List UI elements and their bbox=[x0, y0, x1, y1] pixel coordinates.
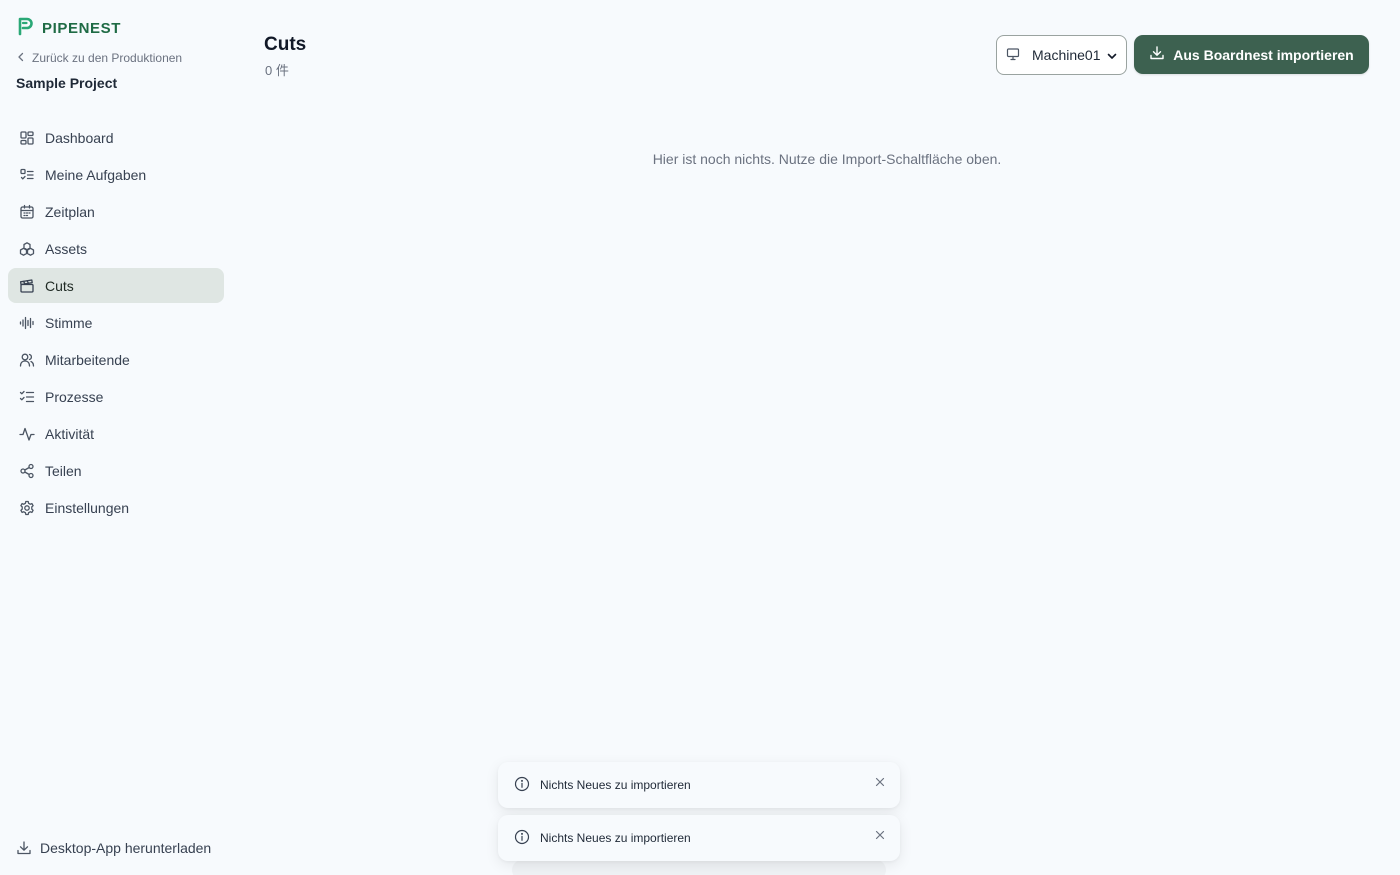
sidebar-item-label: Aktivität bbox=[45, 425, 95, 442]
activity-icon bbox=[19, 426, 35, 442]
brand-logo[interactable]: PIPENEST bbox=[16, 16, 121, 41]
download-icon bbox=[16, 840, 32, 856]
sidebar-item-collaborators[interactable]: Mitarbeitende bbox=[8, 342, 224, 377]
sidebar-item-voice[interactable]: Stimme bbox=[8, 305, 224, 340]
import-from-boardnest-button[interactable]: Aus Boardnest importieren bbox=[1134, 35, 1369, 74]
item-count: 0 件 bbox=[265, 63, 289, 78]
checklist-icon bbox=[19, 389, 35, 405]
page-title: Cuts bbox=[264, 34, 307, 55]
sidebar-item-schedule[interactable]: Zeitplan bbox=[8, 194, 224, 229]
info-icon bbox=[514, 829, 530, 848]
machine-select[interactable]: Machine01 bbox=[996, 35, 1127, 75]
close-icon[interactable] bbox=[874, 776, 886, 791]
gear-icon bbox=[19, 500, 35, 516]
sidebar-item-dashboard[interactable]: Dashboard bbox=[8, 120, 224, 155]
sidebar-item-label: Dashboard bbox=[45, 129, 114, 146]
sidebar-item-activity[interactable]: Aktivität bbox=[8, 416, 224, 451]
sidebar: PIPENEST Zurück zu den Produktionen Samp… bbox=[0, 0, 240, 875]
download-desktop-app-label: Desktop-App herunterladen bbox=[40, 840, 212, 856]
clapperboard-icon bbox=[19, 278, 35, 294]
sidebar-item-cuts[interactable]: Cuts bbox=[8, 268, 224, 303]
toast-notification: Nichts Neues zu importieren bbox=[498, 815, 900, 861]
download-icon bbox=[1149, 45, 1165, 64]
toast-stack-shadow bbox=[512, 860, 886, 875]
sidebar-item-label: Zeitplan bbox=[45, 203, 95, 220]
sidebar-item-label: Mitarbeitende bbox=[45, 351, 130, 368]
toast-message: Nichts Neues zu importieren bbox=[540, 831, 691, 845]
sidebar-nav: Dashboard Meine Aufgaben Zeitplan Assets… bbox=[8, 120, 224, 527]
import-button-label: Aus Boardnest importieren bbox=[1173, 46, 1354, 63]
calendar-icon bbox=[19, 204, 35, 220]
sidebar-item-label: Cuts bbox=[45, 277, 74, 294]
back-to-productions-link[interactable]: Zurück zu den Produktionen bbox=[16, 51, 182, 65]
toast-notification: Nichts Neues zu importieren bbox=[498, 762, 900, 808]
share-icon bbox=[19, 463, 35, 479]
project-name: Sample Project bbox=[16, 75, 118, 91]
tasks-icon bbox=[19, 167, 35, 183]
info-icon bbox=[514, 776, 530, 795]
sidebar-item-label: Prozesse bbox=[45, 388, 104, 405]
assets-icon bbox=[19, 241, 35, 257]
empty-state-message: Hier ist noch nichts. Nutze die Import-S… bbox=[652, 151, 1002, 167]
sidebar-item-label: Assets bbox=[45, 240, 88, 257]
monitor-icon bbox=[1006, 47, 1020, 64]
sidebar-item-label: Meine Aufgaben bbox=[45, 166, 147, 183]
sidebar-item-label: Teilen bbox=[45, 462, 82, 479]
chevron-left-icon bbox=[16, 51, 26, 65]
download-desktop-app-link[interactable]: Desktop-App herunterladen bbox=[16, 840, 211, 856]
close-icon[interactable] bbox=[874, 829, 886, 844]
sidebar-item-processes[interactable]: Prozesse bbox=[8, 379, 224, 414]
sidebar-item-label: Stimme bbox=[45, 314, 93, 331]
sidebar-item-share[interactable]: Teilen bbox=[8, 453, 224, 488]
pipenest-logo-icon bbox=[16, 16, 36, 41]
sidebar-item-assets[interactable]: Assets bbox=[8, 231, 224, 266]
sidebar-item-settings[interactable]: Einstellungen bbox=[8, 490, 224, 525]
chevron-down-icon bbox=[1106, 49, 1118, 65]
brand-name: PIPENEST bbox=[42, 20, 121, 37]
users-icon bbox=[19, 352, 35, 368]
sidebar-item-label: Einstellungen bbox=[45, 499, 130, 516]
sidebar-item-my-tasks[interactable]: Meine Aufgaben bbox=[8, 157, 224, 192]
audio-wave-icon bbox=[19, 315, 35, 331]
machine-select-value: Machine01 bbox=[1032, 47, 1101, 63]
dashboard-icon bbox=[19, 130, 35, 146]
toast-message: Nichts Neues zu importieren bbox=[540, 778, 691, 792]
back-link-label: Zurück zu den Produktionen bbox=[32, 51, 183, 65]
